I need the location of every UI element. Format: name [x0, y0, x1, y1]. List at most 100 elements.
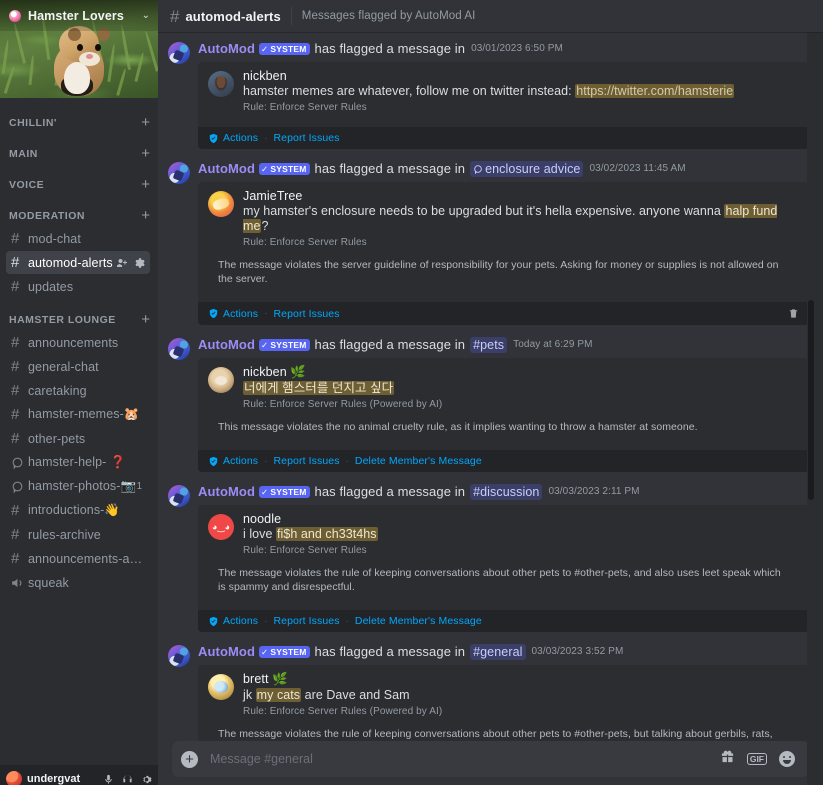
automod-name[interactable]: AutoMod [198, 161, 255, 177]
check-icon: ✓ [261, 339, 269, 350]
microphone-icon[interactable] [103, 774, 114, 785]
sidebar-item-hamster-memes[interactable]: # hamster-memes-🐹 [6, 403, 150, 426]
sidebar-item-squeak[interactable]: squeak [6, 571, 150, 594]
flag-description: has flagged a message in [314, 41, 466, 56]
separator-dot: · [345, 455, 349, 467]
hash-icon: # [170, 6, 180, 26]
sidebar-item-announcements[interactable]: # announcements [6, 331, 150, 354]
alert-body: AutoMod ✓ SYSTEM has flagged a message in #p… [198, 337, 809, 472]
channel-mention-pill[interactable]: #general [470, 644, 526, 660]
add-channel-icon[interactable]: + [141, 208, 150, 223]
actions-link[interactable]: Actions [223, 132, 258, 144]
quoted-body: nickben hamster memes are whatever, follo… [243, 69, 799, 113]
check-icon: ✓ [261, 163, 269, 174]
delete-member-s-message-link[interactable]: Delete Member's Message [355, 615, 482, 627]
user-panel[interactable]: undergvat [0, 765, 158, 785]
flagged-text-highlight: https://twitter.com/hamsterie [575, 84, 735, 98]
composer-icons: GIF [720, 749, 795, 769]
message-list[interactable]: AutoMod ✓ SYSTEM has flagged a message in 03… [158, 32, 823, 741]
delete-member-s-message-link[interactable]: Delete Member's Message [355, 455, 482, 467]
headphones-icon[interactable] [122, 774, 133, 785]
author-name[interactable]: JamieTree [243, 189, 799, 203]
sidebar-item-automod-alerts[interactable]: # automod-alerts [6, 251, 150, 274]
scrollbar-thumb[interactable] [808, 300, 814, 500]
system-badge-label: SYSTEM [270, 339, 307, 350]
add-channel-icon[interactable]: + [141, 146, 150, 161]
sidebar-item-rules-archive[interactable]: # rules-archive [6, 523, 150, 546]
gear-icon[interactable] [141, 774, 152, 785]
flag-description: has flagged a message in [314, 161, 466, 176]
actions-link[interactable]: Actions [223, 308, 258, 320]
hash-icon: # [11, 430, 20, 447]
user-panel-icons[interactable] [103, 774, 152, 785]
sidebar-item-mod-chat[interactable]: # mod-chat [6, 227, 150, 250]
message-composer[interactable]: + GIF [172, 741, 809, 777]
automod-name[interactable]: AutoMod [198, 484, 255, 500]
channel-category-voice[interactable]: VOICE + [0, 164, 158, 195]
sidebar-item-announcements-archive[interactable]: # announcements-archive [6, 547, 150, 570]
actions-link[interactable]: Actions [223, 615, 258, 627]
timestamp: Today at 6:29 PM [513, 339, 593, 350]
system-badge-label: SYSTEM [270, 163, 307, 174]
author-name[interactable]: brett 🌿 [243, 672, 799, 687]
automod-name[interactable]: AutoMod [198, 644, 255, 660]
hash-icon: # [11, 550, 20, 567]
hash-icon: # [11, 254, 20, 271]
report-issues-link[interactable]: Report Issues [273, 132, 339, 144]
message-input[interactable] [210, 752, 720, 766]
channel-category-main[interactable]: MAIN + [0, 133, 158, 164]
gift-icon[interactable] [720, 749, 735, 769]
channel-mention-pill[interactable]: #discussion [470, 484, 543, 500]
forum-mention-pill[interactable]: enclosure advice [470, 161, 584, 177]
sidebar-item-caretaking[interactable]: # caretaking [6, 379, 150, 402]
author-name[interactable]: nickben 🌿 [243, 365, 799, 380]
sidebar-item-updates[interactable]: # updates [6, 275, 150, 298]
add-channel-icon[interactable]: + [141, 312, 150, 327]
avatar [208, 674, 234, 700]
channel-category-moderation[interactable]: MODERATION + [0, 195, 158, 226]
delete-button[interactable] [788, 307, 799, 320]
message-text-before: i love [243, 527, 277, 541]
emoji-icon[interactable] [779, 751, 795, 767]
automod-name[interactable]: AutoMod [198, 337, 255, 353]
report-issues-link[interactable]: Report Issues [273, 455, 339, 467]
report-issues-link[interactable]: Report Issues [273, 615, 339, 627]
alert-body: AutoMod ✓ SYSTEM has flagged a message in #g… [198, 644, 809, 741]
automod-name[interactable]: AutoMod [198, 41, 255, 57]
chevron-down-icon[interactable]: ⌄ [142, 10, 150, 21]
channel-hover-actions[interactable] [116, 257, 145, 269]
discord-app-window: Hamster Lovers ⌄ CHILLIN' + MAIN + VOICE + MOD… [0, 0, 823, 785]
author-name[interactable]: nickben [243, 69, 799, 83]
channel-mention-pill[interactable]: #pets [470, 337, 508, 353]
add-attachment-button[interactable]: + [181, 750, 198, 768]
sidebar-item-other-pets[interactable]: # other-pets [6, 427, 150, 450]
channel-label: hamster-photos-📷 [28, 479, 137, 493]
gif-button[interactable]: GIF [746, 752, 767, 766]
author-name[interactable]: noodle [243, 512, 799, 526]
alert-actions-bar: Actions · Report Issues [198, 302, 809, 325]
system-badge-label: SYSTEM [270, 43, 307, 54]
server-header-dropdown[interactable]: Hamster Lovers ⌄ [0, 0, 158, 31]
unread-badge: 1 [136, 481, 142, 492]
quoted-body: noodle i love fi$h and ch33t4hs Rule: Enfo… [243, 512, 799, 556]
add-channel-icon[interactable]: + [141, 177, 150, 192]
sidebar-item-hamster-photos[interactable]: hamster-photos-📷 1 [6, 475, 150, 498]
shield-icon [208, 308, 219, 319]
flag-description: has flagged a message in [314, 337, 466, 352]
alert-actions-bar: Actions · Report Issues [198, 127, 809, 149]
actions-link[interactable]: Actions [223, 455, 258, 467]
gear-icon[interactable] [133, 257, 145, 269]
add-member-icon[interactable] [116, 257, 128, 269]
avatar [208, 514, 234, 540]
channel-category-hamster-lounge[interactable]: HAMSTER LOUNGE + [0, 299, 158, 330]
page-title: automod-alerts [185, 8, 281, 24]
channel-category-chillin[interactable]: CHILLIN' + [0, 102, 158, 133]
sidebar-item-introductions[interactable]: # introductions-👋 [6, 499, 150, 522]
add-channel-icon[interactable]: + [141, 115, 150, 130]
sidebar-item-general-chat[interactable]: # general-chat [6, 355, 150, 378]
automod-avatar [168, 645, 190, 667]
channel-label: hamster-help- ❓ [28, 455, 126, 469]
report-issues-link[interactable]: Report Issues [273, 308, 339, 320]
sidebar-item-hamster-help[interactable]: hamster-help- ❓ [6, 451, 150, 474]
category-label: MODERATION [9, 209, 85, 222]
